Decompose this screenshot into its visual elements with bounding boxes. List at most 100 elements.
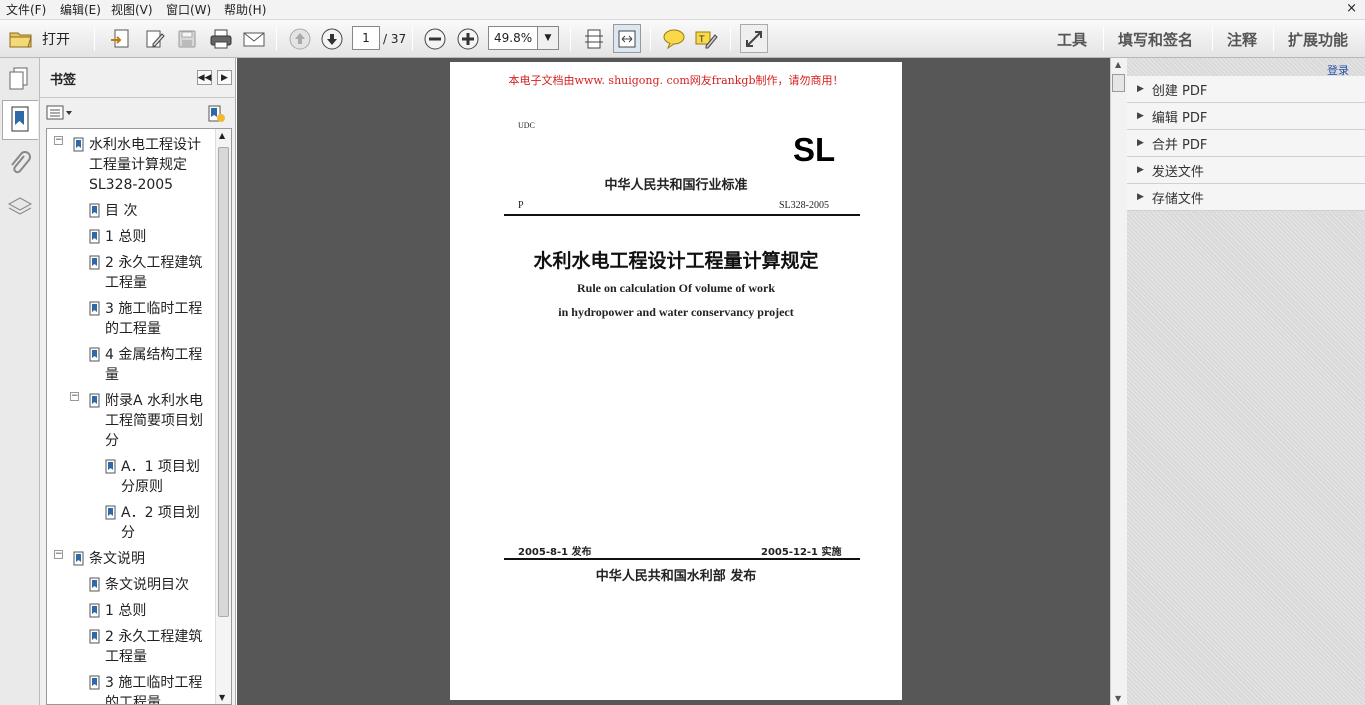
next-page-button[interactable] bbox=[318, 24, 346, 53]
scroll-down-icon[interactable]: ▼ bbox=[219, 693, 225, 702]
publisher: 中华人民共和国水利部 发布 bbox=[595, 569, 757, 584]
bookmark-label: 水利水电工程设计工程量计算规定SL328-2005 bbox=[89, 137, 201, 193]
bookmark-icon bbox=[89, 629, 100, 644]
create-pdf-item[interactable]: ▶ 创建 PDF bbox=[1127, 76, 1365, 103]
collapse-panel-button[interactable]: ◀◀ bbox=[197, 70, 212, 85]
options-menu-button[interactable] bbox=[46, 105, 72, 125]
bookmark-item[interactable]: 附录A 水利水电工程简要项目划分 bbox=[89, 391, 213, 451]
bookmark-icon bbox=[89, 603, 100, 618]
bookmark-item[interactable]: 3 施工临时工程的工程量 bbox=[89, 673, 213, 705]
bookmark-item[interactable]: 目 次 bbox=[89, 201, 213, 221]
menu-edit[interactable]: 编辑(E) bbox=[60, 2, 101, 18]
page-total: / 37 bbox=[383, 32, 407, 46]
menu-file[interactable]: 文件(F) bbox=[6, 2, 46, 18]
bookmark-label: A．1 项目划分原则 bbox=[121, 459, 200, 495]
menu-help[interactable]: 帮助(H) bbox=[224, 2, 266, 18]
page-number-input[interactable]: 1 bbox=[352, 26, 380, 50]
highlight-button[interactable]: T bbox=[692, 24, 720, 53]
create-pdf-button[interactable] bbox=[106, 24, 134, 53]
combine-pdf-item[interactable]: ▶ 合并 PDF bbox=[1127, 130, 1365, 157]
bookmark-label: 2 永久工程建筑工程量 bbox=[105, 629, 203, 665]
panel-title: 书签 bbox=[50, 73, 77, 88]
fill-sign-link[interactable]: 填写和签名 bbox=[1118, 29, 1193, 50]
collapse-toggle[interactable]: − bbox=[54, 550, 63, 559]
full-page-button[interactable] bbox=[613, 24, 641, 53]
scroll-down-icon[interactable]: ▼ bbox=[1115, 694, 1121, 703]
layers-button[interactable] bbox=[6, 194, 34, 224]
collapse-toggle[interactable]: − bbox=[70, 392, 79, 401]
bookmark-item[interactable]: 条文说明目次 bbox=[89, 575, 213, 595]
publish-date: 2005-8-1 发布 bbox=[518, 547, 592, 558]
save-button[interactable] bbox=[173, 24, 201, 53]
zoom-out-button[interactable] bbox=[421, 24, 449, 53]
bookmark-label: 3 施工临时工程的工程量 bbox=[105, 301, 203, 337]
edit-pdf-item[interactable]: ▶ 编辑 PDF bbox=[1127, 103, 1365, 130]
zoom-in-button[interactable] bbox=[454, 24, 482, 53]
bookmark-item[interactable]: 1 总则 bbox=[89, 227, 213, 247]
p-code: P bbox=[518, 200, 524, 211]
expand-button[interactable] bbox=[740, 24, 768, 53]
tools-list: ▶ 创建 PDF ▶ 编辑 PDF ▶ 合并 PDF ▶ 发送文件 ▶ 存储文件 bbox=[1127, 76, 1365, 211]
attachments-button[interactable] bbox=[8, 150, 32, 182]
bookmark-icon bbox=[89, 393, 100, 408]
close-document-button[interactable]: × bbox=[1346, 1, 1357, 16]
fit-page-icon bbox=[585, 29, 603, 48]
collapse-toggle[interactable]: − bbox=[54, 136, 63, 145]
caret-right-icon: ▶ bbox=[1137, 138, 1144, 148]
bookmark-icon bbox=[89, 675, 100, 690]
new-bookmark-button[interactable] bbox=[206, 104, 226, 128]
bookmark-item[interactable]: 1 总则 bbox=[89, 601, 213, 621]
bookmark-item[interactable]: 2 永久工程建筑工程量 bbox=[89, 627, 213, 667]
scroll-up-icon[interactable]: ▲ bbox=[219, 131, 225, 140]
menu-view[interactable]: 视图(V) bbox=[111, 2, 153, 18]
bookmark-icon bbox=[89, 577, 100, 592]
bookmark-label: 附录A 水利水电工程简要项目划分 bbox=[105, 393, 204, 449]
bookmark-item[interactable]: 3 施工临时工程的工程量 bbox=[89, 299, 213, 339]
highlighter-icon: T bbox=[695, 31, 718, 48]
bookmark-item[interactable]: 4 金属结构工程量 bbox=[89, 345, 213, 385]
scroll-thumb[interactable] bbox=[218, 147, 229, 617]
toolbar: 打开 1 / 37 49.8% ▼ T 工具 填写和签名 注释 扩展功能 bbox=[0, 20, 1365, 58]
bookmarks-tab[interactable] bbox=[2, 100, 38, 140]
caret-right-icon: ▶ bbox=[1137, 111, 1144, 121]
zoom-level-input[interactable]: 49.8% bbox=[488, 26, 538, 50]
english-title-line2: in hydropower and water conservancy proj… bbox=[558, 305, 794, 319]
edit-document-button[interactable] bbox=[141, 24, 169, 53]
document-viewer[interactable]: 本电子文档由www. shuigong. com网友frankgb制作，请勿商用… bbox=[237, 58, 1110, 705]
bookmark-item[interactable]: A．2 项目划分 bbox=[105, 503, 213, 543]
bookmark-item[interactable]: 条文说明 bbox=[73, 549, 213, 569]
document-title: 水利水电工程设计工程量计算规定 bbox=[533, 250, 819, 272]
open-button[interactable]: 打开 bbox=[8, 24, 86, 53]
print-button[interactable] bbox=[206, 24, 236, 53]
zoom-dropdown-button[interactable]: ▼ bbox=[537, 26, 559, 50]
bookmark-icon bbox=[105, 459, 116, 474]
layers-icon bbox=[7, 197, 33, 215]
options-list-icon bbox=[46, 105, 72, 120]
tools-link[interactable]: 工具 bbox=[1057, 29, 1087, 50]
store-file-item[interactable]: ▶ 存储文件 bbox=[1127, 184, 1365, 211]
udc-label: UDC bbox=[518, 121, 535, 130]
envelope-icon bbox=[243, 32, 265, 46]
chevron-down-icon: ▼ bbox=[544, 33, 552, 43]
bookmark-scrollbar[interactable]: ▲ ▼ bbox=[215, 129, 231, 704]
page-thumbnails-button[interactable] bbox=[6, 65, 32, 95]
email-button[interactable] bbox=[240, 24, 268, 53]
scroll-up-icon[interactable]: ▲ bbox=[1115, 60, 1121, 69]
previous-page-button[interactable] bbox=[286, 24, 314, 53]
comment-button[interactable] bbox=[660, 24, 688, 53]
footer-rule bbox=[504, 558, 860, 560]
tool-label: 存储文件 bbox=[1151, 191, 1204, 207]
bookmark-item[interactable]: A．1 项目划分原则 bbox=[105, 457, 213, 497]
document-scrollbar[interactable]: ▲ ▼ bbox=[1110, 58, 1127, 705]
bookmark-label: 3 施工临时工程的工程量 bbox=[105, 675, 203, 705]
plus-circle-icon bbox=[457, 28, 479, 49]
bookmark-item[interactable]: 2 永久工程建筑工程量 bbox=[89, 253, 213, 293]
send-file-item[interactable]: ▶ 发送文件 bbox=[1127, 157, 1365, 184]
fit-page-button[interactable] bbox=[580, 24, 608, 53]
expand-panel-button[interactable]: ▶ bbox=[217, 70, 232, 85]
scroll-thumb[interactable] bbox=[1112, 74, 1125, 92]
menu-window[interactable]: 窗口(W) bbox=[166, 2, 211, 18]
comment-link[interactable]: 注释 bbox=[1227, 29, 1257, 50]
bookmark-item[interactable]: 水利水电工程设计工程量计算规定SL328-2005 bbox=[73, 135, 213, 195]
extended-link[interactable]: 扩展功能 bbox=[1288, 29, 1348, 50]
